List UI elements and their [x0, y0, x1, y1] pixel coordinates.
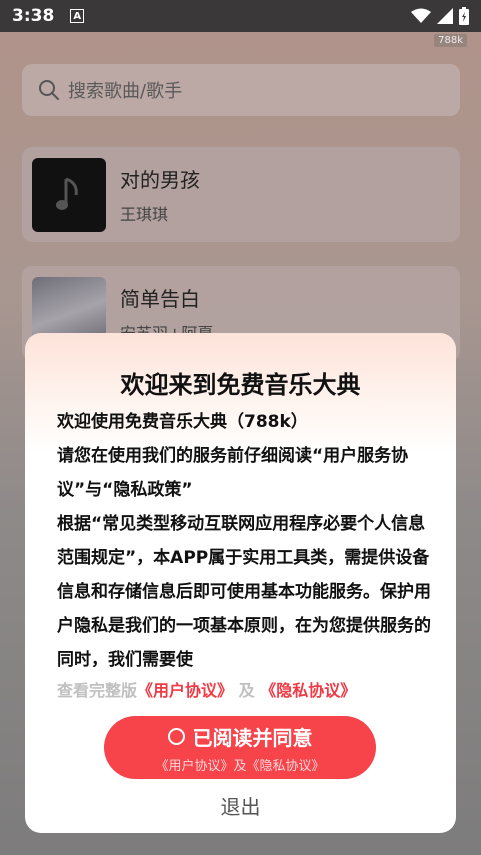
links-and: 及 [238, 681, 255, 700]
wifi-icon [411, 8, 431, 23]
exit-button[interactable]: 退出 [25, 791, 456, 820]
album-cover [32, 157, 106, 232]
status-icons [411, 7, 469, 25]
battery-icon [459, 7, 469, 25]
search-icon [39, 80, 59, 100]
signal-icon [437, 8, 453, 24]
privacy-dialog: 欢迎来到免费音乐大典 欢迎使用免费音乐大典（788k） 请您在使用我们的服务前仔… [25, 333, 456, 833]
song-artist: 王琪琪 [120, 205, 169, 224]
status-bar: 3:38 A [0, 0, 481, 32]
links-prefix: 查看完整版 [57, 681, 138, 700]
user-agreement-link[interactable]: 《用户协议》 [137, 681, 233, 700]
music-note-icon [56, 177, 78, 210]
privacy-agreement-link[interactable]: 《隐私协议》 [260, 681, 356, 700]
agree-sub-label: 《用户协议》及《隐私协议》 [155, 758, 325, 774]
agree-label: 已阅读并同意 [192, 725, 313, 750]
dialog-paragraph: 根据“常见类型移动互联网应用程序必要个人信息范围规定”，本APP属于实用工具类，… [57, 514, 431, 667]
notification-icon: A [70, 9, 85, 23]
dialog-title: 欢迎来到免费音乐大典 [120, 371, 361, 399]
agree-button[interactable]: 已阅读并同意 《用户协议》及《隐私协议》 [104, 716, 376, 779]
radio-circle-icon [167, 727, 185, 745]
dialog-paragraph: 欢迎使用免费音乐大典（788k） [57, 412, 308, 432]
song-title: 对的男孩 [120, 168, 200, 192]
dialog-body[interactable]: 欢迎使用免费音乐大典（788k） 请您在使用我们的服务前仔细阅读“用户服务协议”… [57, 405, 437, 667]
status-time: 3:38 [12, 6, 55, 26]
search-placeholder: 搜索歌曲/歌手 [68, 81, 183, 102]
dialog-paragraph: 请您在使用我们的服务前仔细阅读“用户服务协议”与“隐私政策” [57, 446, 409, 500]
search-bar[interactable]: 搜索歌曲/歌手 [22, 64, 460, 116]
agreement-links: 查看完整版《用户协议》 及 《隐私协议》 [57, 677, 356, 701]
size-badge: 788k [434, 34, 467, 47]
song-title: 简单告白 [120, 287, 200, 311]
song-item[interactable]: 对的男孩 王琪琪 [22, 147, 460, 242]
